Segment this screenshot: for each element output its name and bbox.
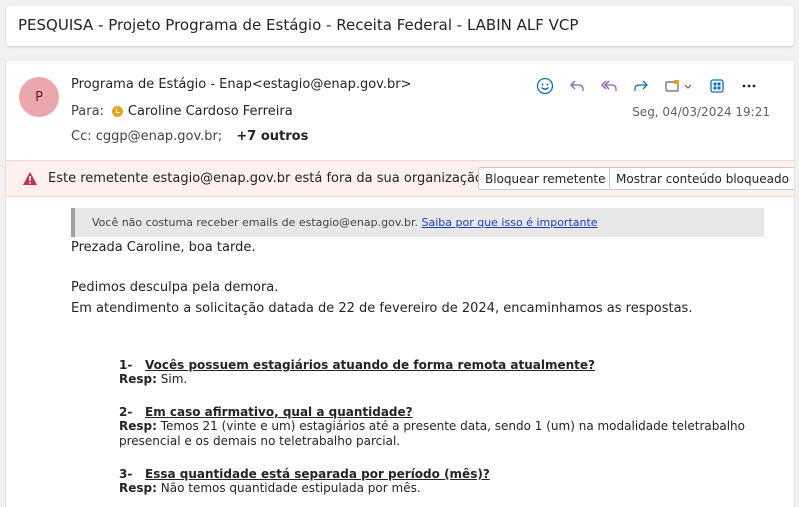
question-title: 1- Vocês possuem estagiários atuando de … — [119, 358, 595, 372]
sender-name[interactable]: Programa de Estágio - Enap<estagio@enap.… — [71, 77, 411, 92]
forward-icon[interactable] — [630, 75, 652, 97]
question-text: Vocês possuem estagiários atuando de for… — [145, 358, 595, 372]
recipient-name[interactable]: Caroline Cardoso Ferreira — [128, 104, 293, 119]
subject-bar: PESQUISA - Projeto Programa de Estágio -… — [6, 6, 794, 46]
question-answer: Resp: Temos 21 (vinte e um) estagiários … — [119, 419, 745, 449]
question-answer: Resp: Sim. — [119, 372, 595, 387]
question-answer: Resp: Não temos quantidade estipulada po… — [119, 481, 490, 496]
block-sender-button[interactable]: Bloquear remetente — [478, 167, 613, 190]
to-line: Para: Caroline Cardoso Ferreira — [71, 104, 293, 119]
reply-icon[interactable] — [566, 75, 588, 97]
learn-why-link[interactable]: Saiba por que isso é importante — [421, 216, 597, 229]
answer-text: Temos 21 (vinte e um) estagiários até a … — [160, 419, 745, 433]
question-number: 1- — [119, 358, 133, 372]
resp-label: Resp: — [119, 419, 157, 433]
apps-dropdown-button[interactable] — [662, 75, 696, 97]
question-title: 3- Essa quantidade está separada por per… — [119, 467, 490, 481]
cc-address[interactable]: cggp@enap.gov.br; — [96, 129, 223, 144]
sender-avatar[interactable]: P — [19, 77, 59, 117]
question-title: 2- Em caso afirmativo, qual a quantidade… — [119, 405, 745, 419]
presence-away-icon — [111, 106, 123, 117]
question-item: 1- Vocês possuem estagiários atuando de … — [119, 358, 595, 387]
answer-text: presencial e os demais no teletrabalho p… — [119, 434, 401, 448]
show-blocked-content-button[interactable]: Mostrar conteúdo bloqueado — [609, 167, 794, 190]
body-greeting: Prezada Caroline, boa tarde. — [71, 240, 256, 255]
answer-text: Sim. — [160, 372, 188, 386]
first-contact-notice: Você não costuma receber emails de estag… — [71, 208, 764, 237]
cc-more-recipients[interactable]: +7 outros — [236, 129, 308, 144]
more-icon[interactable] — [738, 75, 760, 97]
email-subject: PESQUISA - Projeto Programa de Estágio -… — [18, 16, 579, 34]
question-item: 2- Em caso afirmativo, qual a quantidade… — [119, 405, 745, 449]
message-date: Seg, 04/03/2024 19:21 — [632, 105, 770, 119]
question-text: Essa quantidade está separada por períod… — [145, 467, 490, 481]
question-text: Em caso afirmativo, qual a quantidade? — [145, 405, 413, 419]
question-item: 3- Essa quantidade está separada por per… — [119, 467, 490, 496]
question-number: 2- — [119, 405, 133, 419]
resp-label: Resp: — [119, 372, 157, 386]
body-line-1: Pedimos desculpa pela demora. — [71, 280, 279, 295]
body-line-2: Em atendimento a solicitação datada de 2… — [71, 301, 693, 316]
resp-label: Resp: — [119, 481, 157, 495]
apps-icon[interactable] — [706, 75, 728, 97]
message-toolbar — [534, 75, 770, 97]
question-number: 3- — [119, 467, 133, 481]
email-reading-pane: P Programa de Estágio - Enap<estagio@ena… — [6, 61, 794, 507]
warning-icon — [22, 171, 38, 190]
cc-label: Cc: — [71, 129, 92, 144]
reply-all-icon[interactable] — [598, 75, 620, 97]
to-label: Para: — [71, 104, 104, 119]
external-sender-warning: Este remetente estagio@enap.gov.br está … — [6, 160, 794, 197]
warning-text: Este remetente estagio@enap.gov.br está … — [48, 171, 487, 186]
cc-line: Cc: cggp@enap.gov.br; +7 outros — [71, 129, 308, 144]
answer-text: Não temos quantidade estipulada por mês. — [160, 481, 421, 495]
notice-text: Você não costuma receber emails de estag… — [92, 216, 418, 229]
smiley-icon[interactable] — [534, 75, 556, 97]
